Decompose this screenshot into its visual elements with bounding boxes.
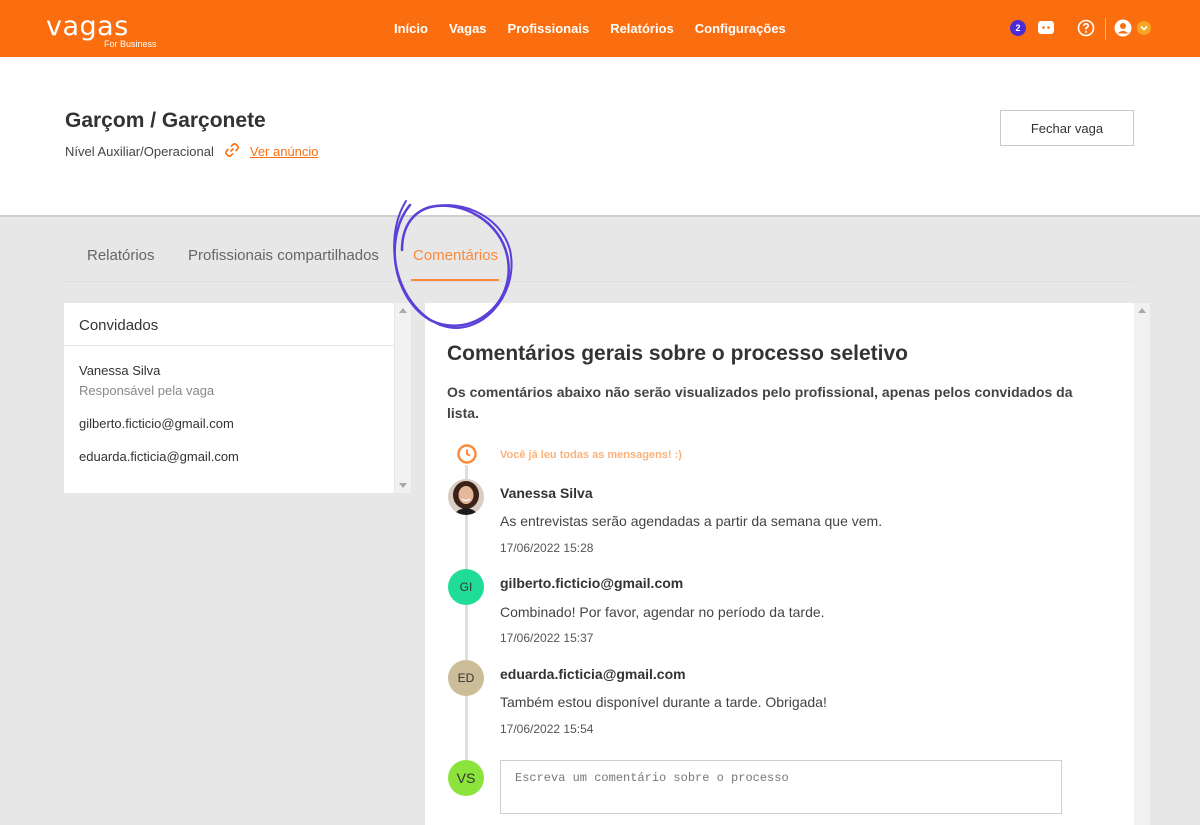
comment-author: gilberto.ficticio@gmail.com	[500, 575, 684, 591]
guests-panel: Convidados Vanessa Silva Responsável pel…	[64, 303, 394, 493]
comment-input[interactable]	[500, 760, 1062, 814]
comments-scrollbar[interactable]	[1134, 303, 1150, 825]
guest-role: Responsável pela vaga	[79, 383, 215, 398]
comment-text: Combinado! Por favor, agendar no período…	[500, 604, 825, 620]
nav-item-inicio[interactable]: Início	[394, 21, 428, 36]
comment-date: 17/06/2022 15:37	[500, 631, 594, 645]
user-icon[interactable]	[1114, 19, 1132, 37]
tabs-divider	[64, 281, 1134, 282]
avatar: ED	[448, 660, 484, 696]
nav-item-configuracoes[interactable]: Configurações	[695, 21, 786, 36]
job-meta: Nível Auxiliar/Operacional Ver anúncio	[65, 142, 319, 161]
comment-text: As entrevistas serão agendadas a partir …	[500, 513, 883, 529]
clock-icon	[456, 443, 478, 470]
job-level: Nível Auxiliar/Operacional	[65, 144, 214, 159]
panel-divider	[64, 345, 394, 346]
highlight-circle-annotation	[380, 195, 520, 345]
comment-author: Vanessa Silva	[500, 485, 593, 501]
topbar-divider	[1105, 18, 1106, 40]
comment-date: 17/06/2022 15:54	[500, 722, 594, 736]
vagas-logo[interactable]: vagas For Business	[46, 11, 157, 50]
top-navbar: vagas For Business Início Vagas Profissi…	[0, 0, 1200, 57]
chevron-down-icon[interactable]	[1137, 21, 1151, 35]
tab-profissionais-compartilhados[interactable]: Profissionais compartilhados	[188, 247, 379, 264]
notification-badge[interactable]: 2	[1010, 20, 1026, 36]
guest-name: eduarda.ficticia@gmail.com	[79, 449, 239, 464]
nav-item-profissionais[interactable]: Profissionais	[508, 21, 590, 36]
logo-wordmark: vagas	[46, 11, 129, 42]
chat-icon[interactable]	[1037, 19, 1055, 37]
scroll-down-arrow-icon[interactable]	[399, 483, 407, 488]
tab-relatorios[interactable]: Relatórios	[87, 247, 155, 264]
avatar	[448, 479, 484, 515]
guest-name: gilberto.ficticio@gmail.com	[79, 416, 234, 431]
comment-author: eduarda.ficticia@gmail.com	[500, 666, 686, 682]
nav-item-vagas[interactable]: Vagas	[449, 21, 487, 36]
scroll-up-arrow-icon[interactable]	[1138, 308, 1146, 313]
comment-date: 17/06/2022 15:28	[500, 541, 594, 555]
all-read-message: Você já leu todas as mensagens! :)	[500, 449, 682, 461]
main-nav: Início Vagas Profissionais Relatórios Co…	[394, 21, 807, 36]
current-user-avatar: VS	[448, 760, 484, 796]
close-job-button[interactable]: Fechar vaga	[1000, 110, 1134, 146]
comments-note: Os comentários abaixo não serão visualiz…	[447, 384, 1073, 421]
view-ad-link[interactable]: Ver anúncio	[250, 144, 319, 159]
job-header: Garçom / Garçonete Nível Auxiliar/Operac…	[0, 57, 1200, 217]
guest-name: Vanessa Silva	[79, 363, 161, 378]
help-icon[interactable]	[1077, 19, 1095, 37]
avatar: GI	[448, 569, 484, 605]
comments-panel: Comentários gerais sobre o processo sele…	[425, 303, 1134, 825]
job-title: Garçom / Garçonete	[65, 109, 266, 132]
logo-subtitle: For Business	[104, 39, 157, 49]
link-icon	[224, 142, 240, 161]
nav-item-relatorios[interactable]: Relatórios	[610, 21, 674, 36]
comment-text: Também estou disponível durante a tarde.…	[500, 694, 827, 710]
guests-title: Convidados	[79, 317, 159, 334]
comments-title: Comentários gerais sobre o processo sele…	[447, 342, 908, 365]
